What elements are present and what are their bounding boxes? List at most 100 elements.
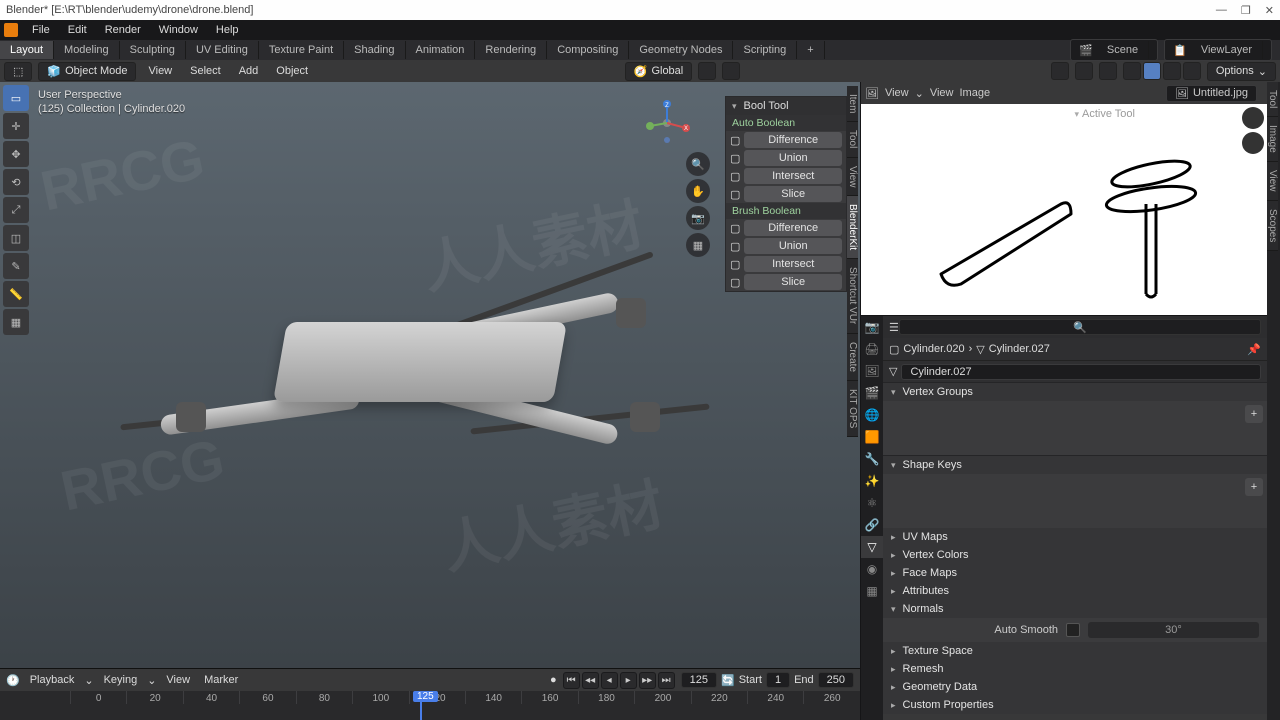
menu-render[interactable]: Render [97,22,149,38]
prop-tab-scene[interactable]: 🎬 [861,382,883,404]
prop-tab-object[interactable]: 🟧 [861,426,883,448]
start-frame-field[interactable]: 1 [766,672,790,688]
tool-transform[interactable]: ◫ [3,225,29,251]
panel-vertex-colors[interactable]: Vertex Colors [903,549,969,561]
panel-geometry-data[interactable]: Geometry Data [903,681,978,693]
tl-menu-playback[interactable]: Playback [26,674,79,686]
mesh-selector[interactable]: Cylinder.027 [901,364,1261,380]
auto-difference-button[interactable]: Difference [744,132,842,148]
timeline-ruler[interactable]: 0 20 40 60 80 100 120 140 160 180 200 22… [0,691,860,720]
auto-union-button[interactable]: Union [744,150,842,166]
options-button[interactable]: Options ⌄ [1207,62,1276,81]
prop-tab-modifiers[interactable]: 🔧 [861,448,883,470]
prop-tab-texture[interactable]: ▦ [861,580,883,602]
prop-tab-material[interactable]: ◉ [861,558,883,580]
ntab-tool[interactable]: Tool [847,122,858,157]
pan-icon[interactable]: ✋ [686,179,710,203]
img-menu-view2[interactable]: View [930,87,954,99]
snap-toggle[interactable] [698,62,716,80]
fm-expand-icon[interactable] [891,567,899,579]
brush-difference-button[interactable]: Difference [744,220,842,236]
shape-keys-list[interactable]: + [883,474,1267,528]
jump-end-button[interactable]: ⏭ [658,672,675,689]
tl-menu-marker[interactable]: Marker [200,674,242,686]
window-maximize-button[interactable]: ❐ [1241,4,1251,17]
itab-view[interactable]: View [1267,162,1278,201]
attr-expand-icon[interactable] [891,585,899,597]
xray-toggle[interactable] [1099,62,1117,80]
shading-solid[interactable] [1143,62,1161,80]
ntab-blenderkit[interactable]: BlenderKit [847,196,858,259]
panel-uv-maps[interactable]: UV Maps [903,531,948,543]
viewlayer-selector[interactable]: 📋 ViewLayer [1164,39,1272,61]
itab-tool[interactable]: Tool [1267,82,1278,117]
zoom-icon[interactable]: 🔍 [686,152,710,176]
panel-normals[interactable]: Normals [903,603,944,615]
auto-slice-button[interactable]: Slice [744,186,842,202]
panel-face-maps[interactable]: Face Maps [903,567,957,579]
ntab-item[interactable]: Item [847,86,858,122]
gizmo-toggle[interactable] [1051,62,1069,80]
norm-expand-icon[interactable] [891,603,899,615]
image-file-selector[interactable]: 🖼 Untitled.jpg [1166,85,1257,102]
end-frame-field[interactable]: 250 [818,672,854,688]
prop-tab-render[interactable]: 📷 [861,316,883,338]
vc-expand-icon[interactable] [891,549,899,561]
play-button[interactable]: ▸ [620,672,637,689]
sk-expand-icon[interactable] [891,459,899,471]
vp-menu-view[interactable]: View [142,65,178,77]
tool-rotate[interactable]: ⟲ [3,169,29,195]
autokey-toggle[interactable]: ● [550,674,557,686]
prop-tab-particles[interactable]: ✨ [861,470,883,492]
tl-menu-view[interactable]: View [162,674,194,686]
play-reverse-button[interactable]: ◂ [601,672,618,689]
prev-key-button[interactable]: ◂◂ [582,672,599,689]
next-key-button[interactable]: ▸▸ [639,672,656,689]
cp-expand-icon[interactable] [891,699,899,711]
prop-tab-output[interactable]: 🖨 [861,338,883,360]
brush-intersect-button[interactable]: Intersect [744,256,842,272]
prop-editor-type[interactable]: ☰ [889,321,899,334]
active-tool-expand[interactable] [1074,108,1082,120]
vg-expand-icon[interactable] [891,386,899,398]
crumb-mesh[interactable]: Cylinder.027 [989,343,1050,355]
tab-texture-paint[interactable]: Texture Paint [259,41,344,59]
tool-measure[interactable]: 📏 [3,281,29,307]
img-zoom-icon[interactable] [1242,107,1264,129]
brush-slice-button[interactable]: Slice [744,274,842,290]
window-minimize-button[interactable]: — [1216,4,1227,17]
ntab-view[interactable]: View [847,158,858,197]
tab-scripting[interactable]: Scripting [733,41,797,59]
jump-start-button[interactable]: ⏮ [563,672,580,689]
property-search[interactable]: 🔍 [899,319,1261,335]
mode-selector[interactable]: 🧊 Object Mode [38,62,136,81]
proportional-edit-toggle[interactable] [722,62,740,80]
menu-window[interactable]: Window [151,22,206,38]
tab-add[interactable]: + [797,41,824,59]
img-menu-image[interactable]: Image [960,87,991,99]
drone-model[interactable] [160,252,680,512]
tab-modeling[interactable]: Modeling [54,41,120,59]
uv-expand-icon[interactable] [891,531,899,543]
ntab-create[interactable]: Create [847,334,858,381]
tool-add-cube[interactable]: ▦ [3,309,29,335]
ntab-shortcut[interactable]: Shortcut VUr [847,259,858,333]
autosmooth-checkbox[interactable] [1066,623,1080,637]
tab-compositing[interactable]: Compositing [547,41,629,59]
current-frame-field[interactable]: 125 [681,672,717,688]
panel-custom-properties[interactable]: Custom Properties [903,699,994,711]
3d-viewport[interactable]: ▭ ✛ ✥ ⟲ ⤢ ◫ ✎ 📏 ▦ User Perspective (125)… [0,82,860,720]
frame-sync-icon[interactable]: 🔄 [721,674,735,687]
brush-union-button[interactable]: Union [744,238,842,254]
vp-menu-add[interactable]: Add [233,65,265,77]
vertex-groups-list[interactable]: + [883,401,1267,455]
panel-remesh[interactable]: Remesh [903,663,944,675]
camera-icon[interactable]: 📷 [686,206,710,230]
perspective-toggle-icon[interactable]: ▦ [686,233,710,257]
shading-wireframe[interactable] [1123,62,1141,80]
tool-cursor[interactable]: ✛ [3,113,29,139]
expand-icon[interactable] [732,100,740,112]
window-close-button[interactable]: ✕ [1265,4,1274,17]
orientation-selector[interactable]: 🧭 Global [625,62,693,81]
vg-add-button[interactable]: + [1245,405,1263,423]
